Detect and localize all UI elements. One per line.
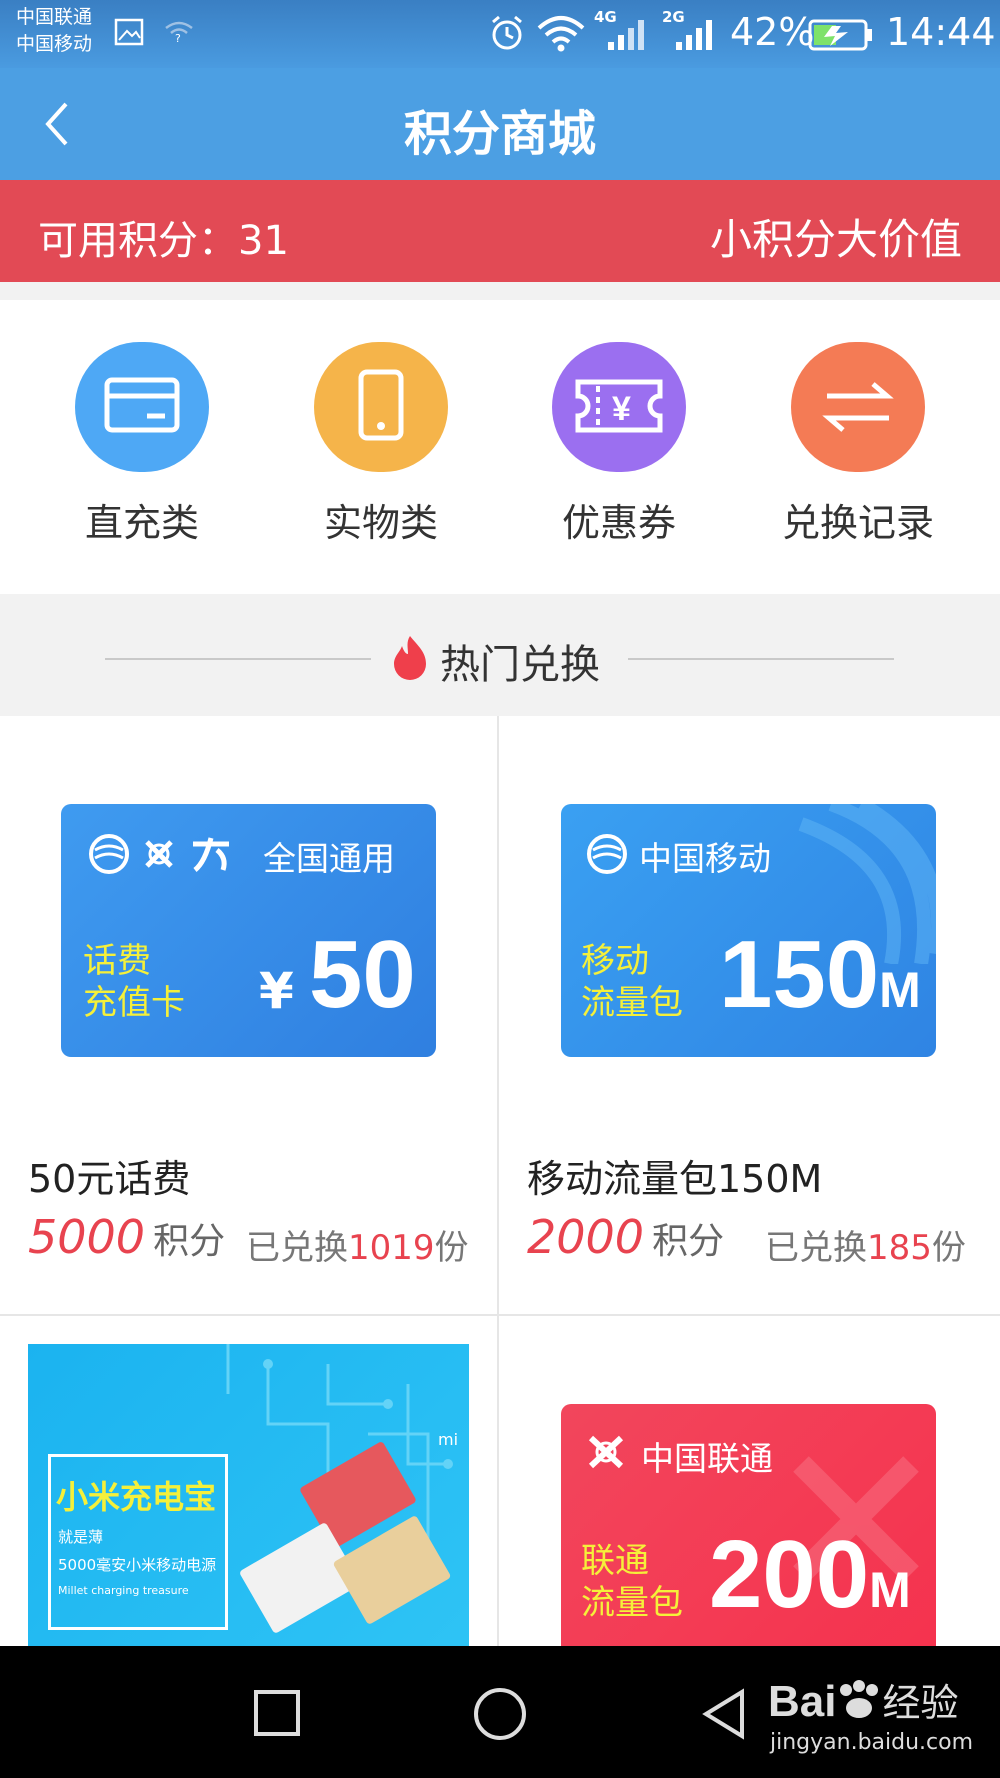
exchanged-count: 已兑换185份 [765, 1228, 966, 1268]
signal-1-icon [608, 20, 644, 50]
svg-text:¥: ¥ [612, 390, 631, 428]
battery-percent: 42% [730, 10, 815, 54]
product-card[interactable]: 全国通用 话费 充值卡 ¥ 50 50元话费 5000 积分 已兑换1019份 [0, 716, 497, 1314]
back-nav-icon[interactable] [698, 1686, 750, 1742]
power-bank-subtitle: 就是薄 [58, 1528, 104, 1546]
category-coupons[interactable]: ¥ 优惠券 [519, 342, 719, 547]
product-name: 50元话费 [28, 1157, 191, 1201]
phone-icon [314, 342, 448, 472]
category-exchange-records[interactable]: 兑换记录 [758, 342, 958, 547]
power-bank-image: 小米充电宝 就是薄 5000毫安小米移动电源 Millet charging t… [28, 1344, 469, 1656]
card-value: 200M [709, 1521, 911, 1628]
clock-time: 14:44 [886, 10, 996, 54]
points-bar: 可用积分：31 小积分大价值 [0, 180, 1000, 282]
exchanged-count: 已兑换1019份 [246, 1228, 469, 1268]
product-grid: 全国通用 话费 充值卡 ¥ 50 50元话费 5000积分 已兑换1019份 [0, 716, 1000, 1656]
card-type-text: 移动 流量包 [581, 941, 683, 1023]
product-card[interactable]: 小米充电宝 就是薄 5000毫安小米移动电源 Millet charging t… [0, 1316, 497, 1656]
card-brand-text: 全国通用 [263, 839, 395, 878]
available-points: 可用积分：31 [38, 218, 289, 264]
mobile-data-card-image: 中国移动 移动 流量包 150M [561, 804, 936, 1057]
divider-right [628, 658, 894, 660]
card-value: 50 [309, 921, 416, 1028]
category-direct-recharge[interactable]: 直充类 [42, 342, 242, 547]
category-menu: 直充类 实物类 ¥ 优惠券 兑换记录 [0, 300, 1000, 594]
screen: 中国联通 中国移动 ? 4G 2G 42% 14:44 积分商城 可用积分：31… [0, 0, 1000, 1778]
carrier-unicom: 中国联通 [16, 6, 93, 28]
power-bank-english: Millet charging treasure [58, 1584, 189, 1597]
product-card[interactable]: 中国联通 联通 流量包 200M [499, 1316, 1000, 1656]
system-nav-bar: Bai 经验 jingyan.baidu.com [0, 1646, 1000, 1778]
watermark-url: jingyan.baidu.com [770, 1730, 974, 1755]
svg-text:?: ? [175, 32, 181, 44]
wifi-unknown-icon: ? [165, 21, 193, 44]
category-label: 兑换记录 [781, 501, 934, 545]
card-value: 150M [719, 921, 921, 1028]
power-bank-title: 小米充电宝 [56, 1478, 217, 1516]
flame-icon [394, 636, 426, 680]
wifi-icon [537, 16, 585, 52]
product-name: 移动流量包150M [527, 1157, 823, 1201]
carrier-mobile: 中国移动 [16, 33, 93, 55]
app-header: 积分商城 [0, 68, 1000, 180]
hot-exchange-title: 热门兑换 [440, 642, 600, 688]
coupon-icon: ¥ [552, 342, 686, 472]
card-icon [75, 342, 209, 472]
card-type-text: 联通 流量包 [581, 1541, 683, 1623]
product-card[interactable]: 中国移动 移动 流量包 150M 移动流量包150M 2000 积分 已兑换185… [499, 716, 1000, 1314]
carrier-labels: 中国联通 中国移动 [16, 4, 92, 58]
unicom-data-card-image: 中国联通 联通 流量包 200M [561, 1404, 936, 1656]
carrier-logos-icon [89, 834, 229, 874]
signal-2-icon [676, 20, 712, 50]
paw-icon [840, 1680, 879, 1718]
alarm-icon [492, 15, 522, 50]
card-type-text: 话费 充值卡 [83, 941, 185, 1023]
page-title: 积分商城 [403, 106, 596, 162]
mi-mark: mi [438, 1430, 459, 1449]
status-bar: 中国联通 中国移动 ? 4G 2G 42% 14:44 [0, 0, 1000, 68]
image-notification-icon [114, 18, 144, 46]
category-label: 直充类 [84, 501, 199, 545]
battery-charging-icon [808, 19, 872, 51]
recent-apps-icon[interactable] [252, 1688, 302, 1738]
product-points: 5000 积分 [28, 1210, 226, 1264]
category-label: 优惠券 [561, 501, 676, 545]
watermark-brand: Bai 经验 [768, 1677, 959, 1726]
card-brand-text: 中国移动 [639, 839, 771, 878]
hot-exchange-header: 热门兑换 [0, 594, 1000, 716]
power-bank-desc: 5000毫安小米移动电源 [58, 1556, 217, 1574]
category-label: 实物类 [323, 501, 438, 545]
china-unicom-logo-icon [588, 1435, 624, 1469]
china-mobile-logo-icon [587, 834, 627, 874]
divider-left [105, 658, 371, 660]
product-points: 2000 积分 [527, 1210, 725, 1264]
phone-credit-card-image: 全国通用 话费 充值卡 ¥ 50 [61, 804, 436, 1057]
card-currency: ¥ [259, 962, 294, 1020]
home-icon[interactable] [472, 1686, 528, 1742]
points-slogan: 小积分大价值 [709, 215, 962, 264]
category-physical[interactable]: 实物类 [281, 342, 481, 547]
card-brand-text: 中国联通 [641, 1439, 773, 1478]
exchange-icon [791, 342, 925, 472]
